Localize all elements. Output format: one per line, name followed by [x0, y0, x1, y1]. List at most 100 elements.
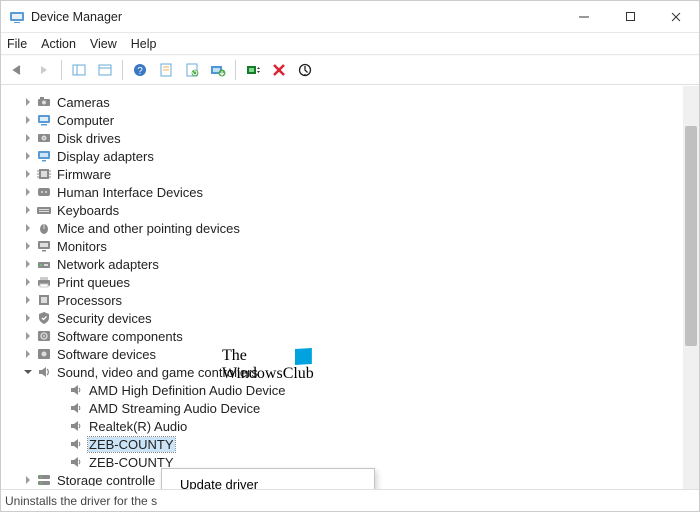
device-category[interactable]: Security devices — [8, 309, 696, 327]
action-properties-button[interactable] — [155, 59, 177, 81]
device-category[interactable]: Software devices — [8, 345, 696, 363]
device-item[interactable]: Realtek(R) Audio — [8, 417, 696, 435]
tree-item-label: Cameras — [56, 95, 111, 110]
device-category[interactable]: Display adapters — [8, 147, 696, 165]
speaker-icon — [68, 382, 84, 398]
titlebar: Device Manager — [1, 1, 699, 33]
chevron-right-icon[interactable] — [22, 114, 34, 126]
context-menu: Update driver Disable device Uninstall d… — [161, 468, 375, 489]
chevron-right-icon[interactable] — [22, 348, 34, 360]
chevron-right-icon[interactable] — [22, 168, 34, 180]
tree-item-label: Display adapters — [56, 149, 155, 164]
chevron-right-icon[interactable] — [22, 474, 34, 486]
status-text: Uninstalls the driver for the s — [5, 494, 157, 508]
uninstall-button[interactable] — [268, 59, 290, 81]
back-button[interactable] — [7, 59, 29, 81]
toolbar-separator — [235, 60, 236, 80]
speaker-icon — [68, 400, 84, 416]
network-icon — [36, 256, 52, 272]
monitor-icon — [36, 238, 52, 254]
device-category[interactable]: Computer — [8, 111, 696, 129]
device-item[interactable]: AMD High Definition Audio Device — [8, 381, 696, 399]
chevron-right-icon[interactable] — [22, 222, 34, 234]
menu-view[interactable]: View — [90, 37, 117, 51]
tree-item-label: Software devices — [56, 347, 157, 362]
chevron-right-icon[interactable] — [22, 186, 34, 198]
chevron-right-icon[interactable] — [22, 258, 34, 270]
device-category[interactable]: Processors — [8, 291, 696, 309]
menu-help[interactable]: Help — [131, 37, 157, 51]
device-tree[interactable]: Cameras ComputerDisk drives Display adapte… — [4, 89, 696, 487]
chevron-down-icon[interactable] — [22, 366, 34, 378]
chevron-right-icon[interactable] — [22, 132, 34, 144]
device-item[interactable]: AMD Streaming Audio Device — [8, 399, 696, 417]
toolbar-separator — [122, 60, 123, 80]
device-category[interactable]: Firmware — [8, 165, 696, 183]
window-controls — [561, 1, 699, 33]
device-category[interactable]: Human Interface Devices — [8, 183, 696, 201]
device-category[interactable]: Keyboards — [8, 201, 696, 219]
device-category[interactable]: Monitors — [8, 237, 696, 255]
toolbar-separator — [61, 60, 62, 80]
printer-icon — [36, 274, 52, 290]
swdev-icon — [36, 346, 52, 362]
app-icon — [9, 9, 25, 25]
chip-icon — [36, 166, 52, 182]
device-category[interactable]: Mice and other pointing devices — [8, 219, 696, 237]
window-title: Device Manager — [31, 10, 561, 24]
chevron-right-icon[interactable] — [22, 276, 34, 288]
svg-text:?: ? — [137, 66, 143, 77]
device-category[interactable]: Network adapters — [8, 255, 696, 273]
content-area: Cameras ComputerDisk drives Display adapte… — [1, 85, 699, 489]
tree-item-label: ZEB-COUNTY — [88, 437, 175, 452]
minimize-button[interactable] — [561, 1, 607, 33]
tree-item-label: Realtek(R) Audio — [88, 419, 188, 434]
tree-item-label: Firmware — [56, 167, 112, 182]
help-button[interactable]: ? — [129, 59, 151, 81]
chevron-right-icon[interactable] — [22, 96, 34, 108]
menu-action[interactable]: Action — [41, 37, 76, 51]
vertical-scrollbar[interactable] — [683, 86, 699, 489]
device-category[interactable]: Print queues — [8, 273, 696, 291]
chevron-right-icon[interactable] — [22, 204, 34, 216]
tree-item-label: Monitors — [56, 239, 108, 254]
device-category[interactable]: Software components — [8, 327, 696, 345]
tree-item-label: Security devices — [56, 311, 153, 326]
maximize-button[interactable] — [607, 1, 653, 33]
security-icon — [36, 310, 52, 326]
close-button[interactable] — [653, 1, 699, 33]
device-item[interactable]: ZEB-COUNTY — [8, 435, 696, 453]
scan-hardware-button[interactable] — [242, 59, 264, 81]
chevron-right-icon[interactable] — [22, 330, 34, 342]
chevron-right-icon[interactable] — [22, 294, 34, 306]
chevron-right-icon[interactable] — [22, 312, 34, 324]
disk-icon — [36, 130, 52, 146]
enable-disable-button[interactable] — [294, 59, 316, 81]
hid-icon — [36, 184, 52, 200]
tree-item-label: Human Interface Devices — [56, 185, 204, 200]
tree-item-label: Processors — [56, 293, 123, 308]
tree-item-label: Mice and other pointing devices — [56, 221, 241, 236]
show-hide-tree-button[interactable] — [68, 59, 90, 81]
chevron-right-icon[interactable] — [22, 150, 34, 162]
chevron-right-icon[interactable] — [22, 240, 34, 252]
mouse-icon — [36, 220, 52, 236]
speaker-icon — [68, 454, 84, 470]
computer-icon — [36, 112, 52, 128]
device-category[interactable]: Sound, video and game controllers — [8, 363, 696, 381]
device-category[interactable]: Disk drives — [8, 129, 696, 147]
device-category[interactable]: Cameras — [8, 93, 696, 111]
update-driver-button[interactable] — [207, 59, 229, 81]
tree-item-label: Software components — [56, 329, 184, 344]
refresh-button[interactable] — [181, 59, 203, 81]
tree-item-label: Computer — [56, 113, 115, 128]
properties-button[interactable] — [94, 59, 116, 81]
scrollbar-thumb[interactable] — [685, 126, 697, 346]
tree-item-label: Sound, video and game controllers — [56, 365, 259, 380]
forward-button[interactable] — [33, 59, 55, 81]
ctx-update-driver[interactable]: Update driver — [162, 472, 374, 489]
sound-icon — [36, 364, 52, 380]
menu-file[interactable]: File — [7, 37, 27, 51]
tree-item-label: AMD High Definition Audio Device — [88, 383, 287, 398]
tree-item-label: Print queues — [56, 275, 131, 290]
